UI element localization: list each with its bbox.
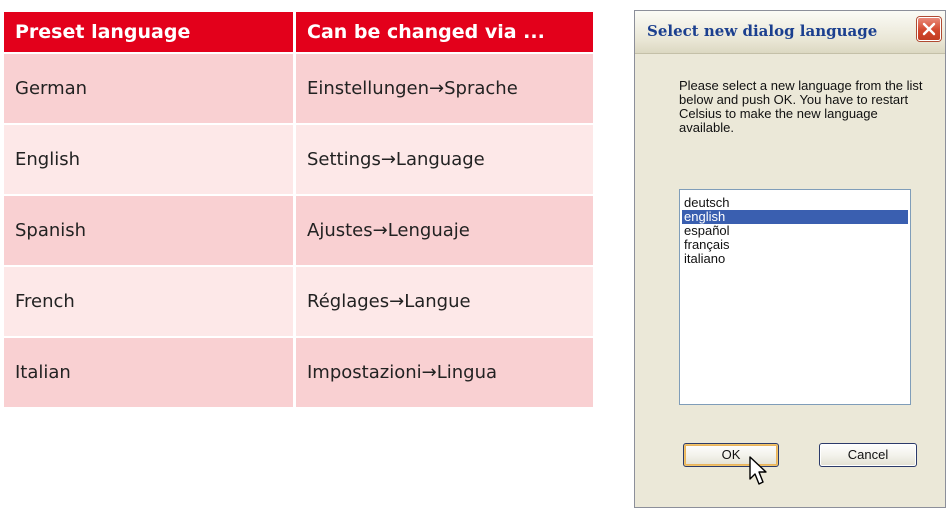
table-row: German Einstellungen→Sprache <box>4 53 593 125</box>
language-dialog: Select new dialog language Please select… <box>634 10 946 508</box>
language-cell: German <box>4 53 296 125</box>
table-row: Italian Impostazioni→Lingua <box>4 337 593 409</box>
settings-path-cell: Ajustes→Lenguaje <box>294 195 593 267</box>
language-listbox[interactable]: deutsch english español français italian… <box>679 189 911 405</box>
language-option-italiano[interactable]: italiano <box>682 252 908 266</box>
cancel-button[interactable]: Cancel <box>819 443 917 467</box>
header-preset-language: Preset language <box>4 12 296 54</box>
language-option-english[interactable]: english <box>682 210 908 224</box>
language-option-francais[interactable]: français <box>682 238 908 252</box>
mouse-pointer-icon <box>749 456 767 485</box>
language-cell: English <box>4 124 296 196</box>
language-cell: Italian <box>4 337 296 409</box>
close-icon <box>922 22 936 36</box>
table-row: English Settings→Language <box>4 124 593 196</box>
header-changed-via: Can be changed via ... <box>294 12 593 54</box>
settings-path-cell: Impostazioni→Lingua <box>294 337 593 409</box>
settings-path-cell: Settings→Language <box>294 124 593 196</box>
dialog-title: Select new dialog language <box>647 22 878 40</box>
language-option-deutsch[interactable]: deutsch <box>682 196 908 210</box>
table-row: French Réglages→Langue <box>4 266 593 338</box>
language-cell: Spanish <box>4 195 296 267</box>
language-table: Preset language Can be changed via ... G… <box>4 12 593 409</box>
dialog-instructions: Please select a new language from the li… <box>679 78 923 135</box>
settings-path-cell: Réglages→Langue <box>294 266 593 338</box>
dialog-titlebar[interactable]: Select new dialog language <box>635 11 945 54</box>
language-cell: French <box>4 266 296 338</box>
settings-path-cell: Einstellungen→Sprache <box>294 53 593 125</box>
close-button[interactable] <box>917 17 941 41</box>
language-option-espanol[interactable]: español <box>682 224 908 238</box>
table-row: Spanish Ajustes→Lenguaje <box>4 195 593 267</box>
table-header-row: Preset language Can be changed via ... <box>4 12 593 54</box>
